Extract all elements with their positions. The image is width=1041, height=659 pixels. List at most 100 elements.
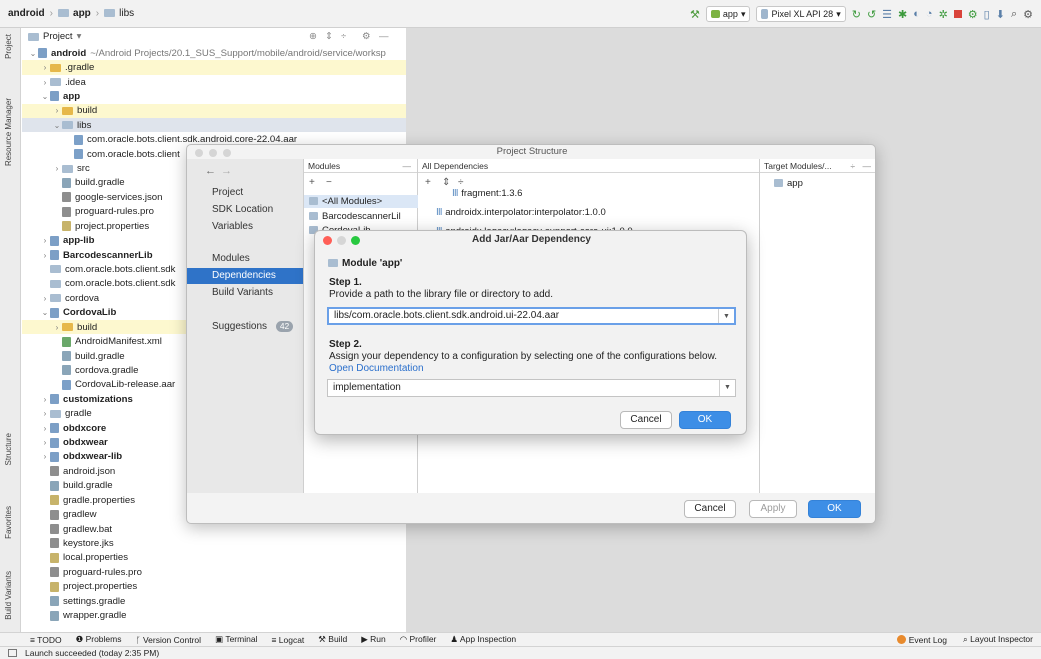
tree-item[interactable]: › build	[22, 103, 406, 119]
nav-item-build-variants[interactable]: Build Variants	[187, 285, 303, 301]
chevron-right-icon[interactable]: ›	[40, 438, 50, 447]
nav-item-suggestions[interactable]: Suggestions 42	[187, 319, 303, 335]
cancel-button[interactable]: Cancel	[620, 411, 672, 429]
tool-tab-app-inspection[interactable]: ♟ App Inspection	[450, 634, 516, 645]
chevron-down-icon[interactable]: ▼	[718, 309, 734, 323]
stop-icon[interactable]	[953, 10, 962, 18]
expand-all-icon[interactable]: ⇕	[325, 31, 333, 42]
tree-item[interactable]: ⌄ app	[22, 89, 406, 103]
add-module-icon[interactable]: +	[309, 177, 315, 188]
tool-tab-build-variants[interactable]: Build Variants	[4, 571, 13, 620]
nav-item-dependencies[interactable]: Dependencies	[187, 268, 303, 284]
module-item[interactable]: <All Modules>	[304, 195, 418, 208]
tool-tab-structure[interactable]: Structure	[4, 433, 13, 465]
tree-item[interactable]: gradlew.bat	[22, 522, 406, 536]
chevron-down-icon[interactable]: ⌄	[52, 121, 62, 130]
tool-tab-logcat[interactable]: ≡ Logcat	[271, 635, 304, 645]
tree-item[interactable]: proguard-rules.pro	[22, 565, 406, 579]
dependency-item[interactable]: Ⅲ androidx.interpolator:interpolator:1.0…	[436, 207, 606, 218]
hammer-icon[interactable]: ⚒	[690, 8, 700, 21]
breadcrumb-item[interactable]: android	[8, 8, 45, 19]
apply-code-changes-icon[interactable]: ↺	[867, 8, 876, 21]
nav-item-modules[interactable]: Modules	[187, 251, 303, 267]
hide-icon[interactable]: —	[379, 31, 389, 42]
zoom-window-button[interactable]	[223, 149, 231, 157]
tree-item[interactable]: ⌄ libs	[22, 118, 406, 133]
library-path-input[interactable]: libs/com.oracle.bots.client.sdk.android.…	[327, 307, 736, 325]
chevron-right-icon[interactable]: ›	[52, 164, 62, 173]
tree-item[interactable]: settings.gradle	[22, 594, 406, 608]
close-window-button[interactable]	[195, 149, 203, 157]
profile-icon[interactable]: ◔	[926, 8, 933, 20]
back-arrow-icon[interactable]: ←	[205, 165, 216, 177]
nav-item-project[interactable]: Project	[187, 185, 303, 201]
tree-item[interactable]: keystore.jks	[22, 536, 406, 550]
device-select[interactable]: Pixel XL API 28 ▾	[756, 6, 846, 22]
chevron-down-icon[interactable]: ▼	[719, 380, 735, 396]
nav-item-sdk-location[interactable]: SDK Location	[187, 202, 303, 218]
chevron-right-icon[interactable]: ›	[40, 236, 50, 245]
chevron-right-icon[interactable]: ›	[40, 251, 50, 260]
tool-tab-profiler[interactable]: ◠ Profiler	[400, 634, 437, 645]
gradle-sync-icon[interactable]: ⚙	[968, 8, 978, 21]
tool-tab-event-log[interactable]: Event Log	[897, 634, 947, 645]
tool-tab-build[interactable]: ⚒ Build	[318, 634, 347, 645]
device-manager-icon[interactable]: ▯	[984, 8, 990, 21]
chevron-right-icon[interactable]: ›	[40, 424, 50, 433]
run-config-select[interactable]: app ▾	[705, 6, 751, 22]
breadcrumb-item[interactable]: app	[73, 8, 91, 19]
cancel-button[interactable]: Cancel	[684, 500, 736, 518]
chevron-right-icon[interactable]: ›	[40, 294, 50, 303]
tree-item[interactable]: wrapper.gradle	[22, 608, 406, 622]
chevron-down-icon[interactable]: ⌄	[40, 92, 50, 101]
tool-tab-todo[interactable]: ≡ TODO	[30, 635, 62, 645]
tree-item[interactable]: ⌄ android ~/Android Projects/20.1_SUS_Supp…	[22, 46, 406, 60]
target-module-item[interactable]: app	[774, 178, 803, 189]
tree-item[interactable]: project.properties	[22, 580, 406, 594]
chevron-right-icon[interactable]: ›	[40, 395, 50, 404]
ok-button[interactable]: OK	[679, 411, 731, 429]
chevron-down-icon[interactable]: ⌄	[28, 49, 38, 58]
locate-icon[interactable]: ⊕	[309, 31, 317, 42]
chevron-right-icon[interactable]: ›	[40, 78, 50, 87]
tool-tab-layout-inspector[interactable]: ⌕ Layout Inspector	[963, 634, 1033, 645]
tool-tab-run[interactable]: ▶ Run	[361, 634, 386, 645]
ok-button[interactable]: OK	[808, 500, 861, 518]
chevron-right-icon[interactable]: ›	[40, 409, 50, 418]
tree-item[interactable]: local.properties	[22, 551, 406, 565]
tool-tab-resource-manager[interactable]: Resource Manager	[4, 98, 13, 166]
tool-tab-problems[interactable]: ❶ Problems	[76, 634, 122, 645]
apply-changes-icon[interactable]: ↻	[852, 8, 861, 21]
settings-icon[interactable]: ⚙	[1023, 8, 1033, 21]
nav-item-variables[interactable]: Variables	[187, 219, 303, 235]
chevron-down-icon[interactable]: ⌄	[40, 308, 50, 317]
tool-tab-terminal[interactable]: ▣ Terminal	[215, 634, 257, 645]
remove-module-icon[interactable]: −	[326, 177, 332, 188]
dependency-item[interactable]: Ⅲ fragment:1.3.6	[452, 188, 522, 199]
attach-debugger-icon[interactable]: ✲	[939, 8, 948, 21]
chevron-right-icon[interactable]: ›	[52, 106, 62, 115]
chevron-right-icon[interactable]: ›	[52, 323, 62, 332]
chevron-right-icon[interactable]: ›	[40, 452, 50, 461]
tool-tab-version-control[interactable]: ᚴ Version Control	[135, 635, 201, 645]
chevron-right-icon[interactable]: ›	[40, 63, 50, 72]
tree-item[interactable]: › .idea	[22, 75, 406, 89]
status-toggle-icon[interactable]	[8, 649, 17, 657]
sdk-manager-icon[interactable]: ⬇	[996, 8, 1005, 21]
open-documentation-link[interactable]: Open Documentation	[329, 363, 424, 374]
tree-item[interactable]: › .gradle	[22, 60, 406, 75]
configuration-select[interactable]: implementation ▼	[327, 379, 736, 397]
minimize-window-button[interactable]	[209, 149, 217, 157]
collapse-icon[interactable]: ÷	[458, 177, 464, 188]
tool-tab-favorites[interactable]: Favorites	[4, 506, 13, 539]
project-view-select[interactable]: Project	[43, 31, 73, 42]
expand-icon[interactable]: ⇕	[442, 177, 450, 188]
add-dependency-icon[interactable]: +	[425, 177, 431, 188]
tool-tab-project[interactable]: Project	[4, 34, 13, 59]
collapse-all-icon[interactable]: ÷	[341, 31, 346, 42]
apply-button[interactable]: Apply	[749, 500, 797, 518]
forward-arrow-icon[interactable]: →	[221, 165, 232, 177]
debug-icon[interactable]: ✱	[898, 8, 907, 21]
module-item[interactable]: BarcodescannerLil	[304, 210, 418, 223]
coverage-icon[interactable]: ◐	[913, 8, 920, 20]
